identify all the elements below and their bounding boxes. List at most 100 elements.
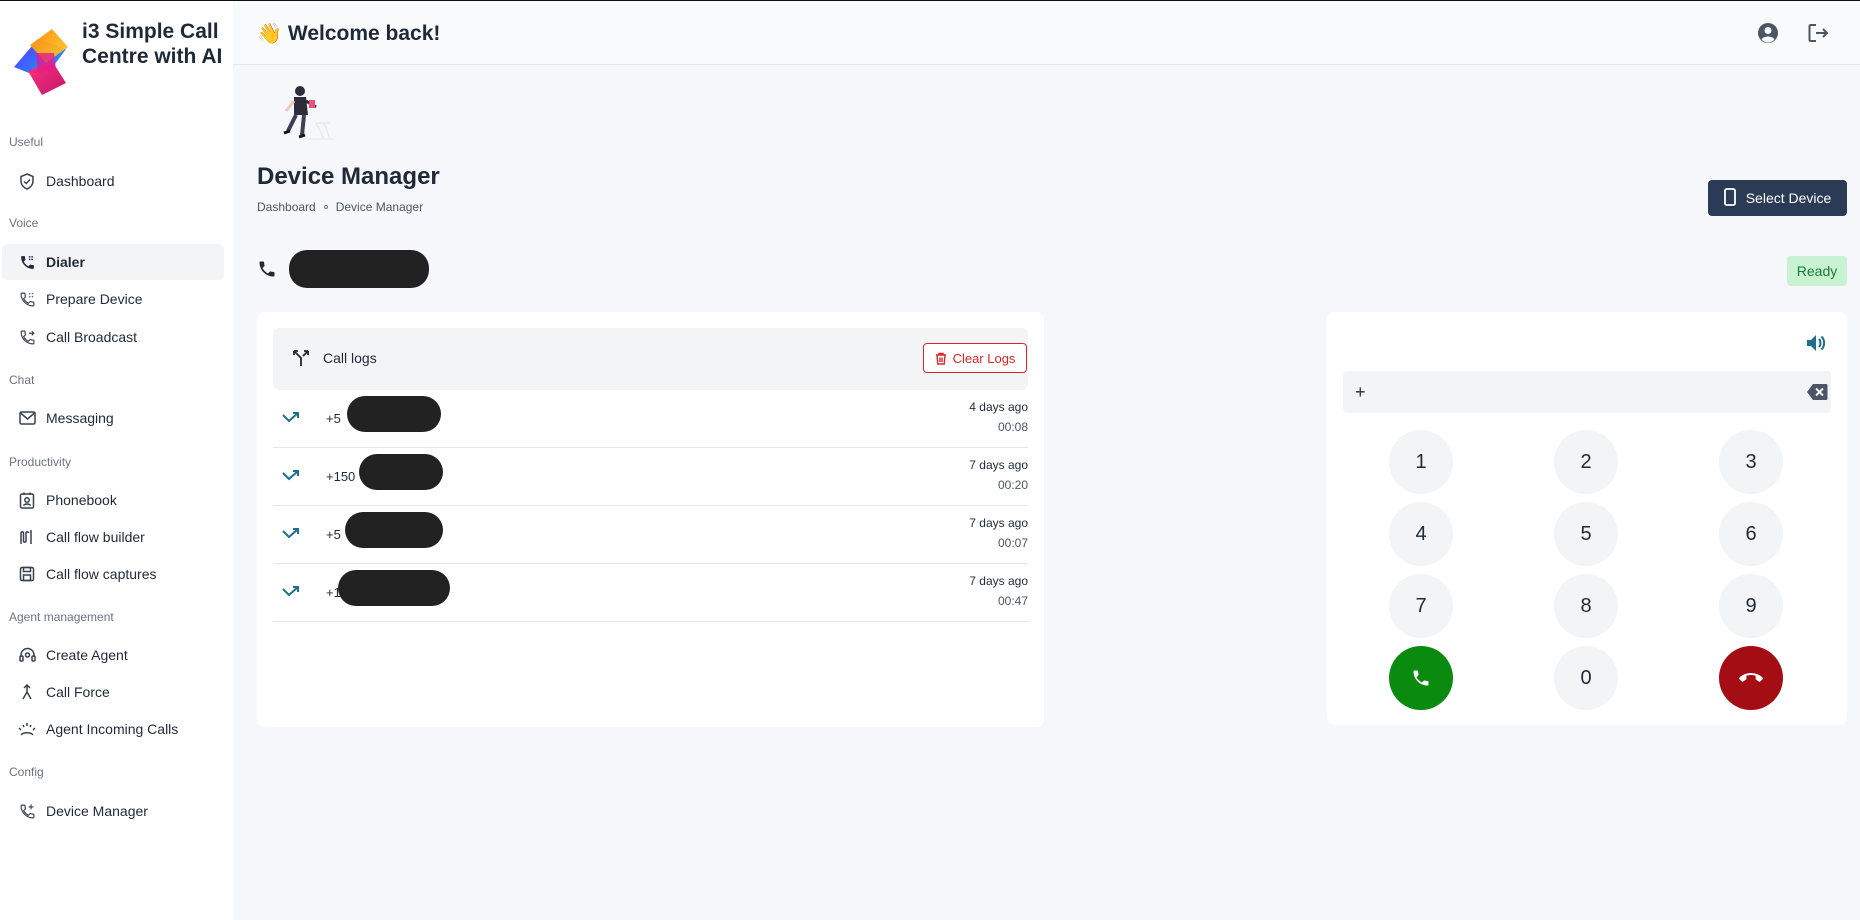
sidebar: i3 Simple Call Centre with AI Useful Das… [0, 1, 233, 920]
breadcrumb-separator [323, 205, 328, 209]
dial-key-1[interactable]: 1 [1389, 430, 1453, 494]
sidebar-item-label: Call flow captures [46, 566, 157, 582]
breadcrumb: Dashboard Device Manager [257, 200, 423, 214]
section-agent-management: Agent management [9, 610, 114, 624]
redacted-number [347, 396, 441, 432]
headset-icon [18, 646, 36, 664]
dial-key-4[interactable]: 4 [1389, 502, 1453, 566]
shield-check-icon [18, 172, 36, 190]
logo-icon [14, 29, 68, 95]
call-log-time: 7 days ago [969, 458, 1028, 472]
call-log-number: +5 [326, 411, 341, 426]
dial-key-3[interactable]: 3 [1719, 430, 1783, 494]
phone-dialer-icon [18, 253, 36, 271]
call-log-duration: 00:20 [997, 478, 1028, 492]
incoming-signal-icon [18, 720, 36, 738]
select-device-label: Select Device [1745, 190, 1832, 206]
phone-forward-icon [18, 328, 36, 346]
call-log-row[interactable]: +5 4 days ago 00:08 [273, 390, 1028, 448]
sidebar-item-dashboard[interactable]: Dashboard [2, 163, 224, 199]
breadcrumb-dashboard[interactable]: Dashboard [257, 200, 316, 214]
sidebar-item-label: Call Force [46, 684, 110, 700]
section-config: Config [9, 765, 44, 779]
call-log-row[interactable]: +150 7 days ago 00:20 [273, 448, 1028, 506]
call-log-time: 7 days ago [969, 516, 1028, 530]
call-logs-title: Call logs [323, 350, 377, 366]
sidebar-item-prepare-device[interactable]: Prepare Device [2, 281, 224, 317]
dial-key-7[interactable]: 7 [1389, 574, 1453, 638]
dial-number-input[interactable] [1343, 371, 1831, 413]
dialer-card: 1 2 3 4 5 6 7 8 9 0 [1327, 312, 1847, 725]
save-icon [18, 565, 36, 583]
call-log-row[interactable]: +1 7 days ago 00:47 [273, 564, 1028, 622]
sidebar-item-label: Agent Incoming Calls [46, 721, 179, 737]
wave-icon: 👋 [257, 23, 282, 45]
sidebar-item-agent-incoming-calls[interactable]: Agent Incoming Calls [2, 711, 224, 747]
status-badge: Ready [1787, 256, 1847, 286]
sidebar-item-label: Create Agent [46, 647, 128, 663]
call-log-duration: 00:47 [997, 594, 1028, 608]
dial-key-5[interactable]: 5 [1554, 502, 1618, 566]
select-device-button[interactable]: Select Device [1708, 180, 1847, 216]
sidebar-item-call-force[interactable]: Call Force [2, 674, 224, 710]
phone-plus-icon [18, 802, 36, 820]
outgoing-call-icon [282, 528, 299, 539]
flow-icon [18, 528, 36, 546]
mail-icon [18, 409, 36, 427]
sidebar-item-label: Phonebook [46, 492, 117, 508]
sidebar-item-call-flow-captures[interactable]: Call flow captures [2, 556, 224, 592]
backspace-icon[interactable] [1806, 383, 1828, 401]
outgoing-call-icon [282, 412, 299, 423]
call-log-time: 7 days ago [969, 574, 1028, 588]
sidebar-item-label: Call Broadcast [46, 329, 138, 345]
brand[interactable]: i3 Simple Call Centre with AI [8, 19, 227, 99]
sidebar-item-device-manager[interactable]: Device Manager [2, 793, 224, 829]
sidebar-item-create-agent[interactable]: Create Agent [2, 637, 224, 673]
call-log-duration: 00:07 [997, 536, 1028, 550]
clear-logs-button[interactable]: Clear Logs [923, 343, 1027, 373]
sidebar-item-call-broadcast[interactable]: Call Broadcast [2, 319, 224, 355]
call-logs-card: Call logs Clear Logs +5 4 days ago 00:08… [257, 312, 1044, 727]
contact-book-icon [18, 491, 36, 509]
sidebar-item-messaging[interactable]: Messaging [2, 400, 224, 436]
call-log-row[interactable]: +5 7 days ago 00:07 [273, 506, 1028, 564]
person-illustration [283, 86, 334, 140]
hangup-button[interactable] [1719, 646, 1783, 710]
sidebar-item-dialer[interactable]: Dialer [2, 244, 224, 280]
section-voice: Voice [9, 216, 39, 230]
call-button[interactable] [1389, 646, 1453, 710]
dial-key-8[interactable]: 8 [1554, 574, 1618, 638]
top-header: 👋 Welcome back! [233, 1, 1860, 65]
outgoing-call-icon [282, 586, 299, 597]
dial-key-0[interactable]: 0 [1554, 646, 1618, 710]
redacted-number [345, 512, 443, 548]
dial-key-6[interactable]: 6 [1719, 502, 1783, 566]
brand-name: i3 Simple Call Centre with AI [82, 20, 223, 68]
device-number-row [257, 250, 429, 288]
user-account-icon[interactable] [1756, 21, 1780, 45]
sidebar-item-label: Messaging [46, 410, 114, 426]
sidebar-item-call-flow-builder[interactable]: Call flow builder [2, 519, 224, 555]
phone-call-icon [1413, 670, 1429, 686]
section-chat: Chat [9, 373, 35, 387]
sidebar-item-label: Prepare Device [46, 291, 143, 307]
volume-icon[interactable] [1805, 332, 1827, 354]
redacted-number [359, 454, 443, 490]
breadcrumb-current: Device Manager [335, 200, 424, 214]
welcome-text: Welcome back! [287, 21, 441, 45]
sidebar-item-phonebook[interactable]: Phonebook [2, 482, 224, 518]
call-log-number: +150 [326, 469, 356, 484]
section-productivity: Productivity [9, 455, 72, 469]
phone-hangup-icon [1739, 673, 1763, 682]
call-log-duration: 00:08 [997, 420, 1028, 434]
call-logs-header: Call logs Clear Logs [273, 328, 1028, 390]
call-log-time: 4 days ago [969, 400, 1028, 414]
sidebar-item-label: Call flow builder [46, 529, 145, 545]
clear-logs-label: Clear Logs [952, 350, 1016, 366]
dial-key-9[interactable]: 9 [1719, 574, 1783, 638]
sidebar-item-label: Device Manager [46, 803, 148, 819]
logout-icon[interactable] [1806, 21, 1830, 45]
phone-keypad-icon [18, 290, 36, 308]
dial-key-2[interactable]: 2 [1554, 430, 1618, 494]
page-title: Device Manager [257, 163, 440, 190]
